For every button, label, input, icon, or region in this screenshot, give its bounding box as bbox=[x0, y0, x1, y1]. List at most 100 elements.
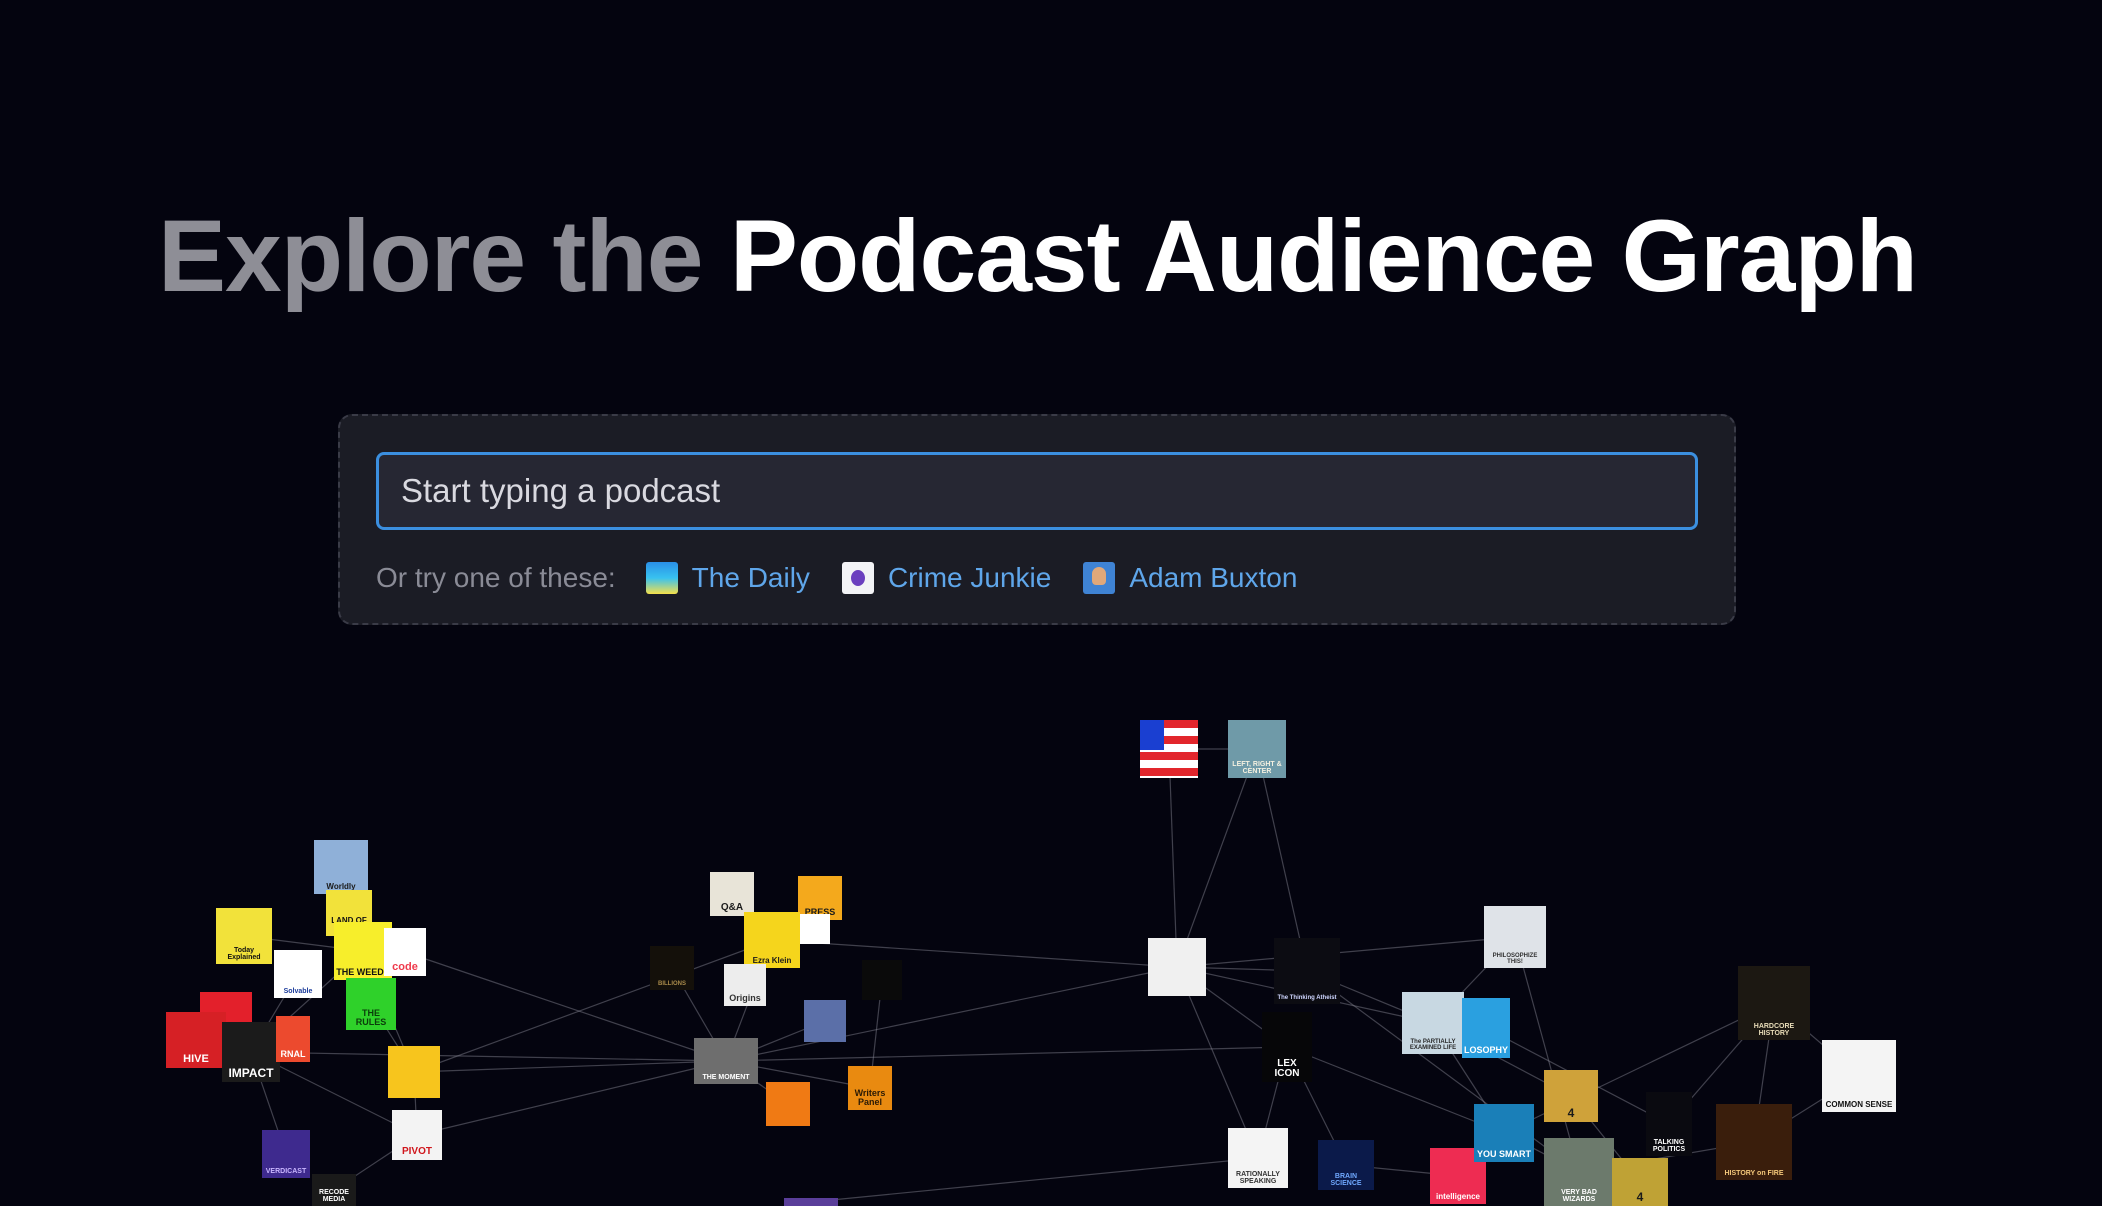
podcast-cover-verdict[interactable]: VERDICAST bbox=[262, 1130, 310, 1178]
podcast-cover-billions[interactable]: BILLIONS bbox=[650, 946, 694, 990]
suggestion-label: Adam Buxton bbox=[1129, 562, 1298, 593]
graph-edge bbox=[771, 939, 1178, 968]
the-daily-cover-icon bbox=[645, 562, 678, 594]
podcast-cover-today-explained[interactable]: Today Explained bbox=[216, 908, 272, 964]
page-title: Explore the Podcast Audience Graph bbox=[0, 196, 2075, 316]
podcast-cover-label: VERY BAD WIZARDS bbox=[1561, 1189, 1597, 1203]
podcast-cover-label: 4 bbox=[1567, 1106, 1575, 1120]
podcast-cover-flag[interactable] bbox=[1140, 720, 1198, 778]
podcast-cover-label: HARDCORE HISTORY bbox=[1753, 1023, 1795, 1037]
podcast-cover-label: TALKING POLITICS bbox=[1652, 1139, 1686, 1153]
podcast-cover-label: RECODE MEDIA bbox=[319, 1189, 349, 1203]
podcast-cover-label: The Thinking Atheist bbox=[1277, 995, 1337, 1001]
podcast-cover-inside-the-hive[interactable]: HIVE bbox=[166, 1012, 226, 1068]
podcast-cover-label: Today Explained bbox=[227, 947, 261, 961]
podcast-cover-label: PIVOT bbox=[401, 1146, 432, 1157]
podcast-cover-very-bad-wizards[interactable]: VERY BAD WIZARDS bbox=[1544, 1138, 1614, 1206]
podcast-cover-label: code bbox=[392, 961, 418, 973]
podcast-cover-rationally-speaking[interactable]: RATIONALLY SPEAKING bbox=[1228, 1128, 1288, 1188]
podcast-cover-against-the-rules[interactable]: THE RULES bbox=[346, 978, 396, 1030]
podcast-cover-bbc-radio-4[interactable]: 4 bbox=[1544, 1070, 1598, 1122]
graph-edge bbox=[1176, 936, 1516, 968]
graph-edge bbox=[250, 1051, 727, 1062]
podcast-cover-label: The PARTIALLY EXAMINED LIFE bbox=[1409, 1039, 1457, 1051]
podcast-cover-label: HIVE bbox=[183, 1053, 209, 1065]
crime-junkie-cover-icon bbox=[841, 562, 874, 594]
adam-buxton-cover-icon bbox=[1083, 562, 1116, 594]
podcast-cover-worldly[interactable]: Worldly bbox=[314, 840, 368, 894]
podcast-cover-the-journal[interactable]: RNAL bbox=[276, 1016, 310, 1062]
podcast-cover-label: LEX ICON bbox=[1274, 1058, 1300, 1079]
suggestions-row: Or try one of these: The Daily Crime Jun… bbox=[376, 556, 1329, 600]
podcast-cover-label: RNAL bbox=[280, 1049, 306, 1059]
podcast-cover-the-ringer[interactable] bbox=[862, 960, 902, 1000]
podcast-cover-brain-science[interactable]: BRAIN SCIENCE bbox=[1318, 1140, 1374, 1190]
podcast-cover-yellow[interactable] bbox=[388, 1046, 440, 1098]
podcast-cover-impact[interactable]: IMPACT bbox=[222, 1022, 280, 1082]
suggestion-label: The Daily bbox=[691, 562, 810, 593]
graph-edge bbox=[1168, 748, 1178, 968]
suggestion-crime-junkie[interactable]: Crime Junkie bbox=[841, 562, 1052, 594]
audience-graph[interactable]: LEFT, RIGHT & CENTER Worldly Today Explain… bbox=[0, 700, 2102, 1206]
podcast-cover-label: PHILOSOPHIZE THIS! bbox=[1492, 953, 1538, 965]
podcast-search-input[interactable] bbox=[376, 452, 1698, 530]
podcast-cover-label: LOSOPHY bbox=[1464, 1045, 1509, 1055]
podcast-cover-you-are-not-so-smart[interactable]: YOU SMART bbox=[1474, 1104, 1534, 1162]
podcast-cover-left-right-center[interactable]: LEFT, RIGHT & CENTER bbox=[1228, 720, 1286, 778]
podcast-cover-orange[interactable] bbox=[766, 1082, 810, 1126]
suggestion-adam-buxton[interactable]: Adam Buxton bbox=[1083, 562, 1297, 594]
graph-edge bbox=[725, 966, 1178, 1062]
podcast-cover-radio-4-gold[interactable]: 4 bbox=[1612, 1158, 1668, 1206]
podcast-cover-philosophize-this[interactable]: PHILOSOPHIZE THIS! bbox=[1484, 906, 1546, 968]
podcast-cover-solvable[interactable]: Solvable bbox=[274, 950, 322, 998]
podcast-cover-recode-media[interactable]: RECODE MEDIA bbox=[312, 1174, 356, 1206]
podcast-cover-label: BRAIN SCIENCE bbox=[1330, 1173, 1362, 1187]
podcast-cover-white-small[interactable] bbox=[800, 914, 830, 944]
podcast-cover-label: COMMON SENSE bbox=[1825, 1100, 1893, 1109]
graph-edge bbox=[413, 1060, 727, 1073]
podcast-cover-intelligence-squared[interactable] bbox=[1148, 938, 1206, 996]
podcast-cover-ezra-klein[interactable]: Ezra Klein bbox=[744, 912, 800, 968]
graph-edge bbox=[1286, 1046, 1505, 1134]
podcast-cover-label: THE WEEDS bbox=[336, 967, 390, 977]
suggestions-label: Or try one of these: bbox=[376, 562, 616, 593]
page-title-lead: Explore the bbox=[158, 199, 703, 313]
podcast-cover-philosophy[interactable]: LOSOPHY bbox=[1462, 998, 1510, 1058]
podcast-cover-label: Writers Panel bbox=[854, 1088, 886, 1107]
podcast-cover-label: Origins bbox=[729, 993, 761, 1003]
podcast-cover-hardcore-history[interactable]: HARDCORE HISTORY bbox=[1738, 966, 1810, 1040]
podcast-cover-common-sense[interactable]: COMMON SENSE bbox=[1822, 1040, 1896, 1112]
podcast-cover-label: Solvable bbox=[283, 988, 313, 995]
graph-edge bbox=[416, 1060, 727, 1136]
podcast-cover-ringer-show[interactable] bbox=[804, 1000, 846, 1042]
page-title-emphasis: Podcast Audience Graph bbox=[729, 199, 1918, 313]
podcast-cover-the-thinking-atheist[interactable]: The Thinking Atheist bbox=[1274, 938, 1340, 1004]
podcast-cover-writers-panel[interactable]: Writers Panel bbox=[848, 1066, 892, 1110]
podcast-cover-label: THE MOMENT bbox=[702, 1074, 750, 1081]
suggestion-label: Crime Junkie bbox=[887, 562, 1052, 593]
podcast-cover-origins[interactable]: Origins bbox=[724, 964, 766, 1006]
podcast-cover-label: 4 bbox=[1636, 1190, 1644, 1204]
podcast-cover-the-moment[interactable]: THE MOMENT bbox=[694, 1038, 758, 1084]
podcast-cover-label: RATIONALLY SPEAKING bbox=[1236, 1171, 1280, 1185]
podcast-cover-purple[interactable] bbox=[784, 1198, 838, 1206]
graph-edge bbox=[725, 1046, 1288, 1062]
podcast-cover-lex-icon-valley[interactable]: LEX ICON bbox=[1262, 1012, 1312, 1082]
podcast-cover-recode[interactable]: code bbox=[384, 928, 426, 976]
podcast-cover-history-on-fire[interactable]: HISTORY on FIRE bbox=[1716, 1104, 1792, 1180]
graph-edge bbox=[1176, 748, 1258, 968]
podcast-cover-talking-politics[interactable]: TALKING POLITICS bbox=[1646, 1092, 1692, 1156]
podcast-cover-q-and-a[interactable]: Q&A bbox=[710, 872, 754, 916]
podcast-cover-label: BILLIONS bbox=[658, 981, 686, 987]
podcast-cover-the-partially-examined-life[interactable]: The PARTIALLY EXAMINED LIFE bbox=[1402, 992, 1464, 1054]
podcast-cover-label: IMPACT bbox=[228, 1066, 274, 1080]
suggestion-the-daily[interactable]: The Daily bbox=[645, 562, 810, 594]
search-panel: Or try one of these: The Daily Crime Jun… bbox=[338, 414, 1736, 625]
flag-canton bbox=[1140, 720, 1164, 750]
podcast-cover-pivot[interactable]: PIVOT bbox=[392, 1110, 442, 1160]
podcast-cover-label: VERDICAST bbox=[265, 1168, 307, 1175]
podcast-cover-label: intelligence bbox=[1435, 1192, 1480, 1201]
podcast-cover-label: YOU SMART bbox=[1477, 1149, 1531, 1159]
podcast-cover-label: LEFT, RIGHT & CENTER bbox=[1232, 761, 1282, 775]
podcast-cover-label: HISTORY on FIRE bbox=[1724, 1170, 1784, 1177]
